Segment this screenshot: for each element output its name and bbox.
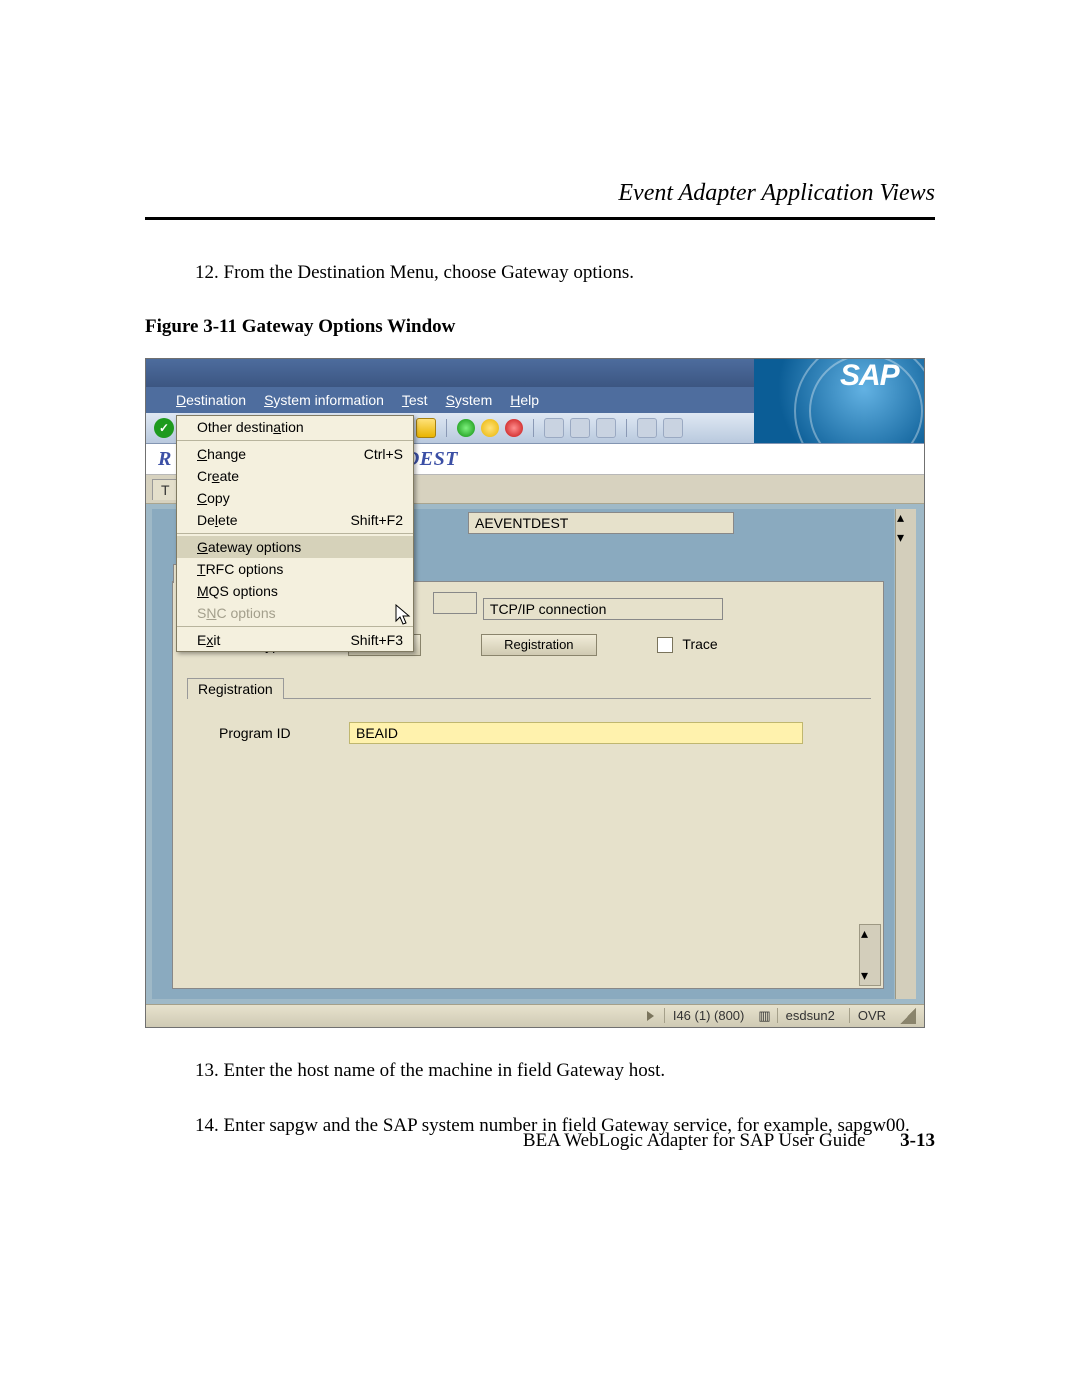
exit-icon[interactable]: [481, 419, 499, 437]
step-12: 12. From the Destination Menu, choose Ga…: [195, 260, 935, 286]
page-footer: BEA WebLogic Adapter for SAP User Guide …: [523, 1130, 935, 1152]
resize-grip-icon[interactable]: [900, 1008, 916, 1024]
enter-icon[interactable]: ✓: [154, 418, 174, 438]
scroll-up-icon[interactable]: ▴: [897, 509, 915, 527]
sap-logo-area: SAP: [754, 359, 924, 443]
destination-field[interactable]: AEVENTDEST: [468, 512, 734, 534]
connection-type-code-field[interactable]: [433, 592, 477, 614]
panel-scroll-down-icon[interactable]: ▾: [861, 967, 879, 985]
save-icon[interactable]: [416, 418, 436, 438]
menu-item-other-destination[interactable]: Other destination: [177, 416, 413, 438]
trace-checkbox[interactable]: [657, 637, 673, 653]
find-icon[interactable]: [570, 418, 590, 438]
menu-item-delete[interactable]: Delete Shift+F2: [177, 509, 413, 531]
cursor-icon: [395, 604, 413, 628]
menu-system[interactable]: System: [446, 392, 493, 408]
step-13: 13. Enter the host name of the machine i…: [195, 1058, 935, 1084]
secondary-tab[interactable]: T: [152, 479, 179, 500]
status-session: I46 (1) (800): [664, 1008, 753, 1023]
menu-system-information[interactable]: System information: [264, 392, 384, 408]
program-id-label: Program ID: [219, 725, 349, 741]
back-icon[interactable]: [457, 419, 475, 437]
menu-item-mqs-options[interactable]: MQS options: [177, 580, 413, 602]
menu-item-create[interactable]: Create: [177, 465, 413, 487]
panel-scrollbar[interactable]: ▴ ▾: [859, 924, 881, 986]
status-host: esdsun2: [777, 1008, 843, 1023]
cancel-icon[interactable]: [505, 419, 523, 437]
shortcut-icon[interactable]: [663, 418, 683, 438]
registration-tab[interactable]: Registration: [187, 678, 284, 699]
panel-scroll-up-icon[interactable]: ▴: [861, 925, 879, 943]
footer-doc-title: BEA WebLogic Adapter for SAP User Guide: [523, 1130, 866, 1151]
print-icon[interactable]: [544, 418, 564, 438]
statusbar: I46 (1) (800) ▥ esdsun2 OVR: [146, 1004, 924, 1027]
menu-destination[interactable]: Destination: [176, 392, 246, 408]
menu-item-exit[interactable]: Exit Shift+F3: [177, 629, 413, 651]
page-header-title: Event Adapter Application Views: [145, 180, 935, 207]
header-rule: [145, 217, 935, 220]
new-session-icon[interactable]: [637, 418, 657, 438]
connection-type-field[interactable]: TCP/IP connection: [483, 598, 723, 620]
program-id-field[interactable]: BEAID: [349, 722, 803, 744]
find-next-icon[interactable]: [596, 418, 616, 438]
menu-test[interactable]: Test: [402, 392, 428, 408]
vertical-scrollbar[interactable]: ▴ ▾: [895, 509, 916, 999]
menu-item-trfc-options[interactable]: TRFC options: [177, 558, 413, 580]
menu-help[interactable]: Help: [510, 392, 539, 408]
scroll-down-icon[interactable]: ▾: [897, 529, 915, 547]
status-expand-icon[interactable]: [647, 1011, 654, 1021]
status-mode: OVR: [849, 1008, 894, 1023]
footer-page-number: 3-13: [900, 1130, 935, 1151]
registration-button[interactable]: Registration: [481, 634, 596, 656]
sap-screenshot: SAP Destination System information Test …: [145, 358, 925, 1028]
window-titlebar: SAP: [146, 359, 924, 387]
status-layout-icon[interactable]: ▥: [758, 1008, 770, 1024]
destination-field-row: AEVENTDEST: [468, 512, 734, 534]
menu-item-change[interactable]: Change Ctrl+S: [177, 443, 413, 465]
menu-item-snc-options: SNC options: [177, 602, 413, 624]
menu-item-copy[interactable]: Copy: [177, 487, 413, 509]
destination-menu-dropdown: Other destination Change Ctrl+S Create C…: [176, 415, 414, 652]
sap-logo-text: SAP: [840, 359, 899, 393]
menu-item-gateway-options[interactable]: Gateway options: [177, 536, 413, 558]
trace-label: Trace: [682, 636, 717, 652]
figure-caption: Figure 3-11 Gateway Options Window: [145, 316, 935, 338]
